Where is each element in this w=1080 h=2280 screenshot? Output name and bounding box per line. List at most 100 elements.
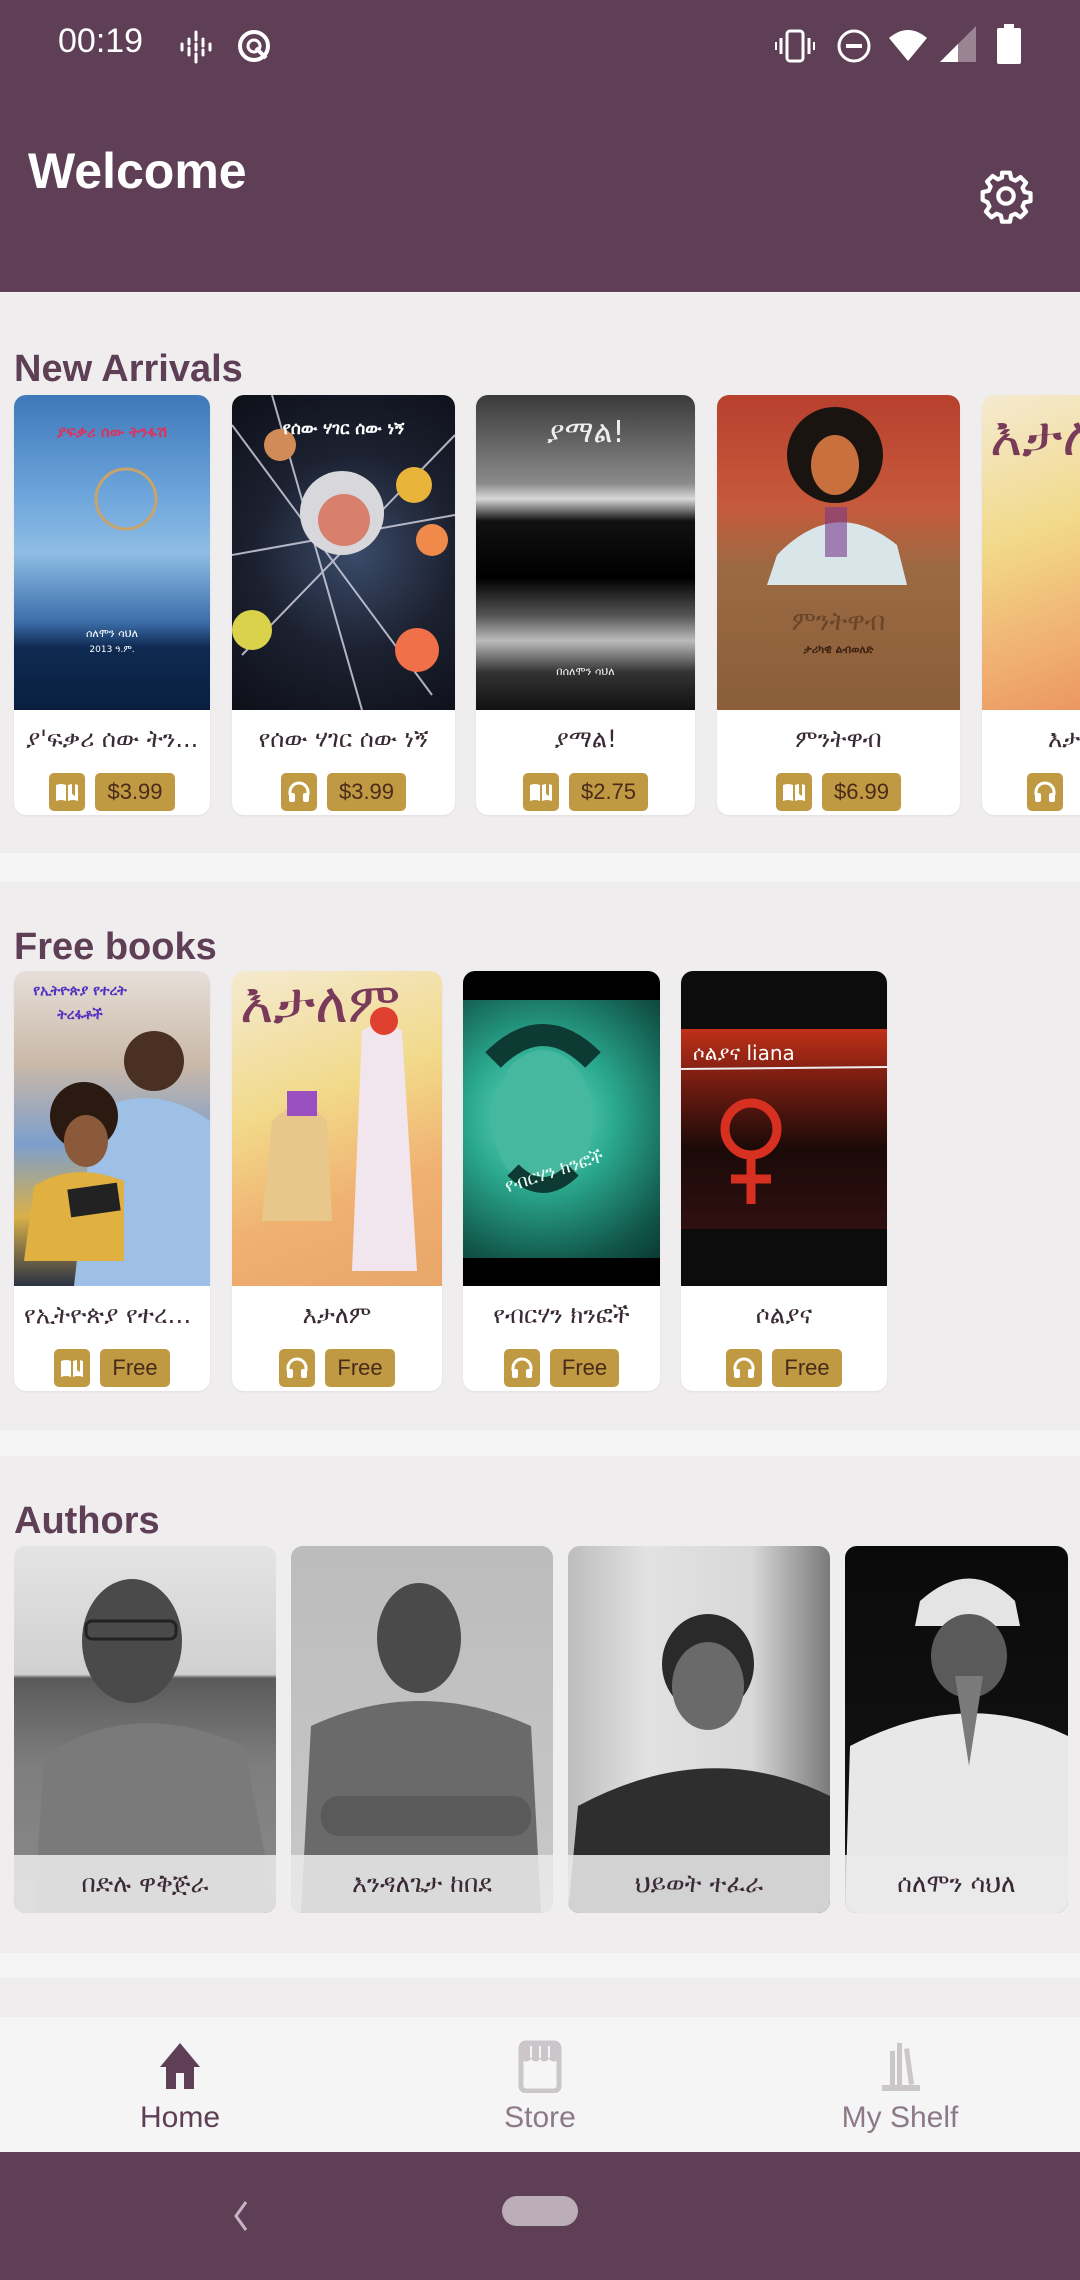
book-cover: ያፍቃሪ ሰው ትንፋሽ ሰለሞን ሳህለ 2013 ዓ.ም. [14, 395, 210, 710]
book-cover: እታለም [982, 395, 1080, 710]
next-section-partial [0, 1978, 1080, 2017]
book-card[interactable]: ምንትዋብ ታሪካዊ ልብወለድ ምንትዋብ $6.99 [717, 395, 960, 815]
book-cover: ሶልያና liana [681, 971, 887, 1286]
book-cover: የብርሃን ክንፎች [463, 971, 660, 1286]
bottom-navigation: Home Store My Shelf [0, 2017, 1080, 2152]
cover-art [232, 395, 455, 710]
author-card[interactable]: ህይወት ተፈራ [568, 1546, 830, 1913]
price-badge[interactable]: Free [100, 1349, 170, 1387]
cover-title: ሶልያና liana [693, 1041, 795, 1065]
book-cover: ምንትዋብ ታሪካዊ ልብወለድ [717, 395, 960, 710]
book-title: የብርሃን ክንፎች [493, 1301, 630, 1329]
section-title: Free books [14, 926, 217, 968]
price-badge[interactable]: Free [549, 1349, 620, 1387]
book-card[interactable]: ያፍቃሪ ሰው ትንፋሽ ሰለሞን ሳህለ 2013 ዓ.ም. ያ'ፍቃሪ ሰው… [14, 395, 210, 815]
cover-title: ምንትዋብ [791, 607, 886, 637]
book-card[interactable]: የሰው ሃገር ሰው ነኝ የሰው ሃገር ሰው ነኝ $3.99 [232, 395, 455, 815]
book-cover: የኢትዮጵያ የተረት ትረፋቶች [14, 971, 210, 1286]
home-icon [160, 2043, 200, 2089]
gear-icon[interactable] [978, 168, 1034, 224]
battery-icon [997, 24, 1021, 64]
book-title: ሶልያና [755, 1301, 813, 1329]
do-not-disturb-icon [837, 29, 871, 63]
price-badge[interactable]: Free [325, 1349, 395, 1387]
nav-label: My Shelf [841, 2101, 959, 2134]
signal-icon [940, 26, 976, 62]
book-title: ያማል! [554, 725, 617, 753]
book-title: እታለም [1048, 725, 1080, 753]
cover-art [94, 467, 158, 531]
book-title: የሰው ሃገር ሰው ነኝ [258, 725, 429, 753]
store-icon [518, 2040, 562, 2093]
author-name: እንዳለጌታ ከበደ [291, 1855, 553, 1913]
headphones-icon [279, 1349, 316, 1387]
cover-author: ሰለሞን ሳህለ [85, 627, 139, 640]
vpn-icon [238, 30, 270, 62]
book-open-icon [49, 773, 86, 811]
author-card[interactable]: እንዳለጌታ ከበደ [291, 1546, 553, 1913]
author-name: በድሉ ዋቅጅራ [14, 1855, 276, 1913]
book-open-icon [775, 773, 812, 811]
nav-label: Home [139, 2101, 221, 2134]
cover-year: 2013 ዓ.ም. [89, 645, 135, 655]
new-arrivals-section: New Arrivals ያፍቃሪ ሰው ትንፋሽ ሰለሞን ሳህለ 2013 … [0, 293, 1080, 853]
cover-art [485, 1024, 601, 1193]
cover-author: ታሪካዊ ልብወለድ [803, 643, 874, 656]
section-divider [0, 1953, 1080, 1978]
back-chevron-icon[interactable] [232, 2198, 252, 2234]
book-card[interactable]: ሶልያና liana ሶልያና Free [681, 971, 887, 1391]
headphones-icon [503, 1349, 540, 1387]
author-name: ህይወት ተፈራ [568, 1855, 830, 1913]
author-card[interactable]: ሰለሞን ሳህለ [845, 1546, 1068, 1913]
book-title: ያ'ፍቃሪ ሰው ትን... [25, 725, 199, 753]
system-navigation-bar [0, 2152, 1080, 2280]
cover-art [767, 407, 907, 585]
shelf-icon [882, 2043, 920, 2091]
cover-title: ያማል! [546, 415, 625, 450]
author-name: ሰለሞን ሳህለ [845, 1855, 1068, 1913]
home-pill[interactable] [502, 2196, 578, 2226]
price-badge[interactable]: Free [772, 1349, 842, 1387]
book-cover: ያማል! በሰለሞን ሳህለ [476, 395, 695, 710]
cover-title: እታለም [240, 971, 401, 1036]
wifi-icon [889, 30, 927, 61]
app-bar: Welcome [0, 90, 1080, 292]
headphones-icon [726, 1349, 763, 1387]
page-title: Welcome [28, 143, 247, 199]
book-title: የኢትዮጵያ የተረት... [24, 1301, 207, 1329]
book-open-icon [522, 773, 559, 811]
book-title: ምንትዋብ [795, 725, 882, 753]
nav-label: Store [504, 2101, 576, 2134]
authors-section: Authors በድሉ ዋቅጅራ እንዳለጌታ ከበደ ህይወት ተፈራ ሰለሞ… [0, 1456, 1080, 1953]
status-time: 00:19 [58, 22, 144, 60]
vibrate-icon [775, 29, 815, 63]
cover-author: በሰለሞን ሳህለ [556, 665, 615, 678]
podcast-icon [180, 30, 212, 64]
author-card[interactable]: በድሉ ዋቅጅራ [14, 1546, 276, 1913]
nav-item-home[interactable]: Home [0, 2017, 360, 2152]
cover-title: የሰው ሃገር ሰው ነኝ [282, 419, 405, 439]
nav-item-store[interactable]: Store [360, 2017, 720, 2152]
book-cover: የሰው ሃገር ሰው ነኝ [232, 395, 455, 710]
headphones-icon [1027, 773, 1063, 811]
cover-title: ያፍቃሪ ሰው ትንፋሽ [56, 423, 167, 441]
section-divider [0, 853, 1080, 882]
section-divider [0, 1430, 1080, 1456]
price-badge[interactable]: $6.99 [821, 773, 902, 811]
nav-item-my-shelf[interactable]: My Shelf [720, 2017, 1080, 2152]
section-title: Authors [14, 1500, 160, 1542]
book-card[interactable]: የኢትዮጵያ የተረት ትረፋቶች የኢትዮጵያ የተረት... Free [14, 971, 210, 1391]
status-bar: 00:19 [0, 0, 1080, 90]
free-books-section: Free books የኢትዮጵያ የተረት ትረፋቶች የኢትዮጵያ የተረት… [0, 882, 1080, 1430]
price-badge[interactable]: $3.99 [326, 773, 407, 811]
price-badge[interactable]: $2.75 [568, 773, 649, 811]
price-badge[interactable]: $3.99 [95, 773, 175, 811]
section-title: New Arrivals [14, 348, 243, 390]
book-card[interactable]: እታለም እታለም [982, 395, 1080, 815]
book-open-icon [54, 1349, 91, 1387]
book-card[interactable]: የብርሃን ክንፎች የብርሃን ክንፎች Free [463, 971, 660, 1391]
book-card[interactable]: እታለም እታለም Free [232, 971, 442, 1391]
book-card[interactable]: ያማል! በሰለሞን ሳህለ ያማል! $2.75 [476, 395, 695, 815]
book-title: እታለም [302, 1301, 372, 1329]
cover-title: የኢትዮጵያ የተረት ትረፋቶች [33, 983, 127, 1023]
